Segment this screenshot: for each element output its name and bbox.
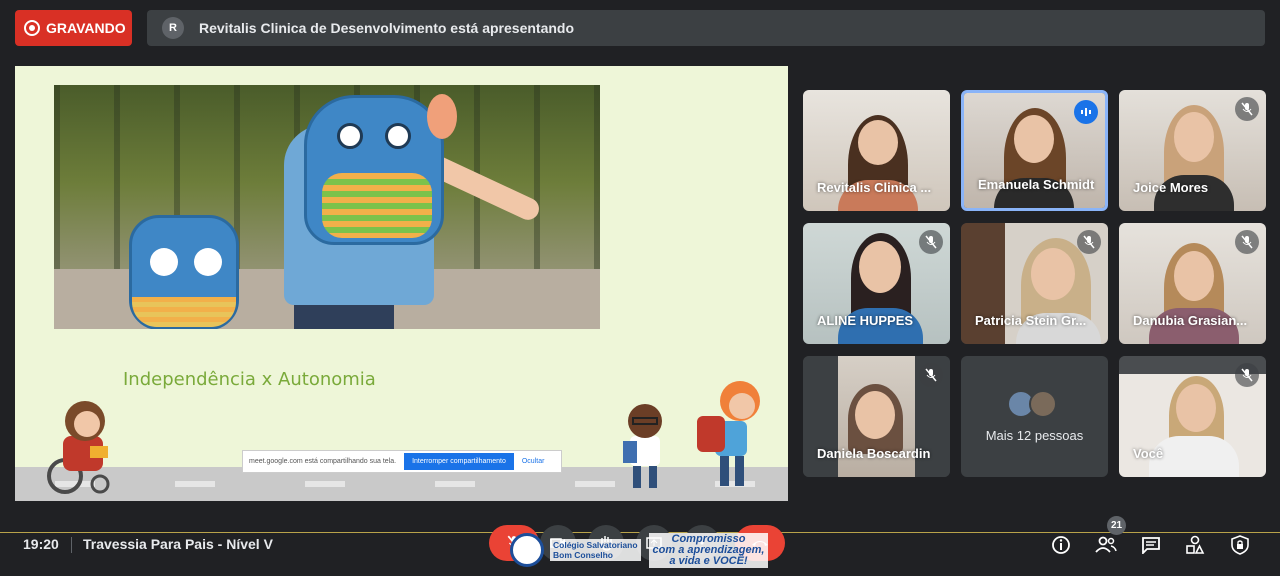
school-name-line1: Colégio Salvatoriano (553, 540, 638, 550)
participant-tile-active[interactable]: Emanuela Schmidt (961, 90, 1108, 211)
more-people-tile[interactable]: Mais 12 pessoas (961, 356, 1108, 477)
self-name: Você (1133, 446, 1164, 461)
record-icon (24, 20, 40, 36)
school-name: Colégio Salvatoriano Bom Conselho (550, 539, 641, 561)
more-people-avatars (1006, 390, 1057, 418)
recording-badge[interactable]: GRAVANDO (15, 10, 132, 46)
lunchbox-image (129, 215, 239, 329)
meeting-title: Travessia Para Pais - Nível V (83, 536, 273, 552)
school-logo-banner: Colégio Salvatoriano Bom Conselho Compro… (510, 530, 780, 570)
presentation-slide: Independência x Autonomia meet.google.co… (15, 66, 788, 501)
share-notice-text: meet.google.com está compartilhando sua … (249, 458, 397, 465)
participant-tile[interactable]: ALINE HUPPES (803, 223, 950, 344)
meeting-details-button[interactable] (1049, 533, 1073, 557)
speaking-indicator-icon (1074, 100, 1098, 124)
school-name-line2: Bom Conselho (553, 550, 613, 560)
presenter-banner: R Revitalis Clinica de Desenvolvimento e… (147, 10, 1265, 46)
mic-off-icon (919, 363, 943, 387)
host-controls-button[interactable] (1228, 533, 1252, 557)
hide-notice-button[interactable]: Ocultar (522, 458, 545, 465)
self-tile[interactable]: Você (1119, 356, 1266, 477)
boy-backpack-illustration (697, 381, 760, 486)
participant-name: Patricia Stein Gr... (975, 313, 1087, 328)
slide-title: Independência x Autonomia (123, 369, 376, 390)
mic-off-icon (1077, 230, 1101, 254)
participant-name: Revitalis Clinica ... (817, 180, 932, 195)
participant-name: Daniela Boscardin (817, 446, 931, 461)
recording-label: GRAVANDO (46, 20, 126, 36)
participant-name: Emanuela Schmidt (978, 177, 1095, 192)
slide-photo (54, 85, 600, 329)
mic-off-icon (1235, 230, 1259, 254)
boy-glasses-illustration (623, 404, 662, 488)
participant-tile[interactable]: Daniela Boscardin (803, 356, 950, 477)
clock: 19:20 (23, 536, 59, 552)
girl-wheelchair-illustration (47, 401, 110, 494)
mic-off-icon (919, 230, 943, 254)
more-people-label: Mais 12 pessoas (985, 428, 1084, 443)
participant-name: Danubia Grasian... (1133, 313, 1248, 328)
stop-sharing-button[interactable]: Interromper compartilhamento (404, 453, 514, 470)
mic-off-icon (1235, 363, 1259, 387)
chat-button[interactable] (1139, 533, 1163, 557)
mic-off-icon (1235, 97, 1259, 121)
activities-button[interactable] (1183, 533, 1207, 557)
bottom-bar: 19:20 Travessia Para Pais - Nível V Colé… (0, 516, 1280, 576)
participant-name: Joice Mores (1133, 180, 1209, 195)
backpack-image (304, 94, 457, 245)
participant-tile[interactable]: Patricia Stein Gr... (961, 223, 1108, 344)
participant-name: ALINE HUPPES (817, 313, 914, 328)
screen-share-notice: meet.google.com está compartilhando sua … (242, 450, 562, 473)
top-bar: GRAVANDO R Revitalis Clinica de Desenvol… (0, 0, 1280, 58)
presenter-avatar: R (162, 17, 184, 39)
school-slogan: Compromisso com a aprendizagem, a vida e… (648, 532, 769, 568)
participant-tile[interactable]: Revitalis Clinica ... (803, 90, 950, 211)
slogan-line3: a vida e VOCÊ! (669, 554, 748, 567)
divider (71, 537, 72, 553)
participant-tile[interactable]: Joice Mores (1119, 90, 1266, 211)
people-button[interactable] (1094, 533, 1118, 557)
avatar (1028, 390, 1057, 418)
participant-tile[interactable]: Danubia Grasian... (1119, 223, 1266, 344)
school-emblem-icon (510, 533, 544, 567)
presenter-text: Revitalis Clinica de Desenvolvimento est… (199, 20, 575, 36)
